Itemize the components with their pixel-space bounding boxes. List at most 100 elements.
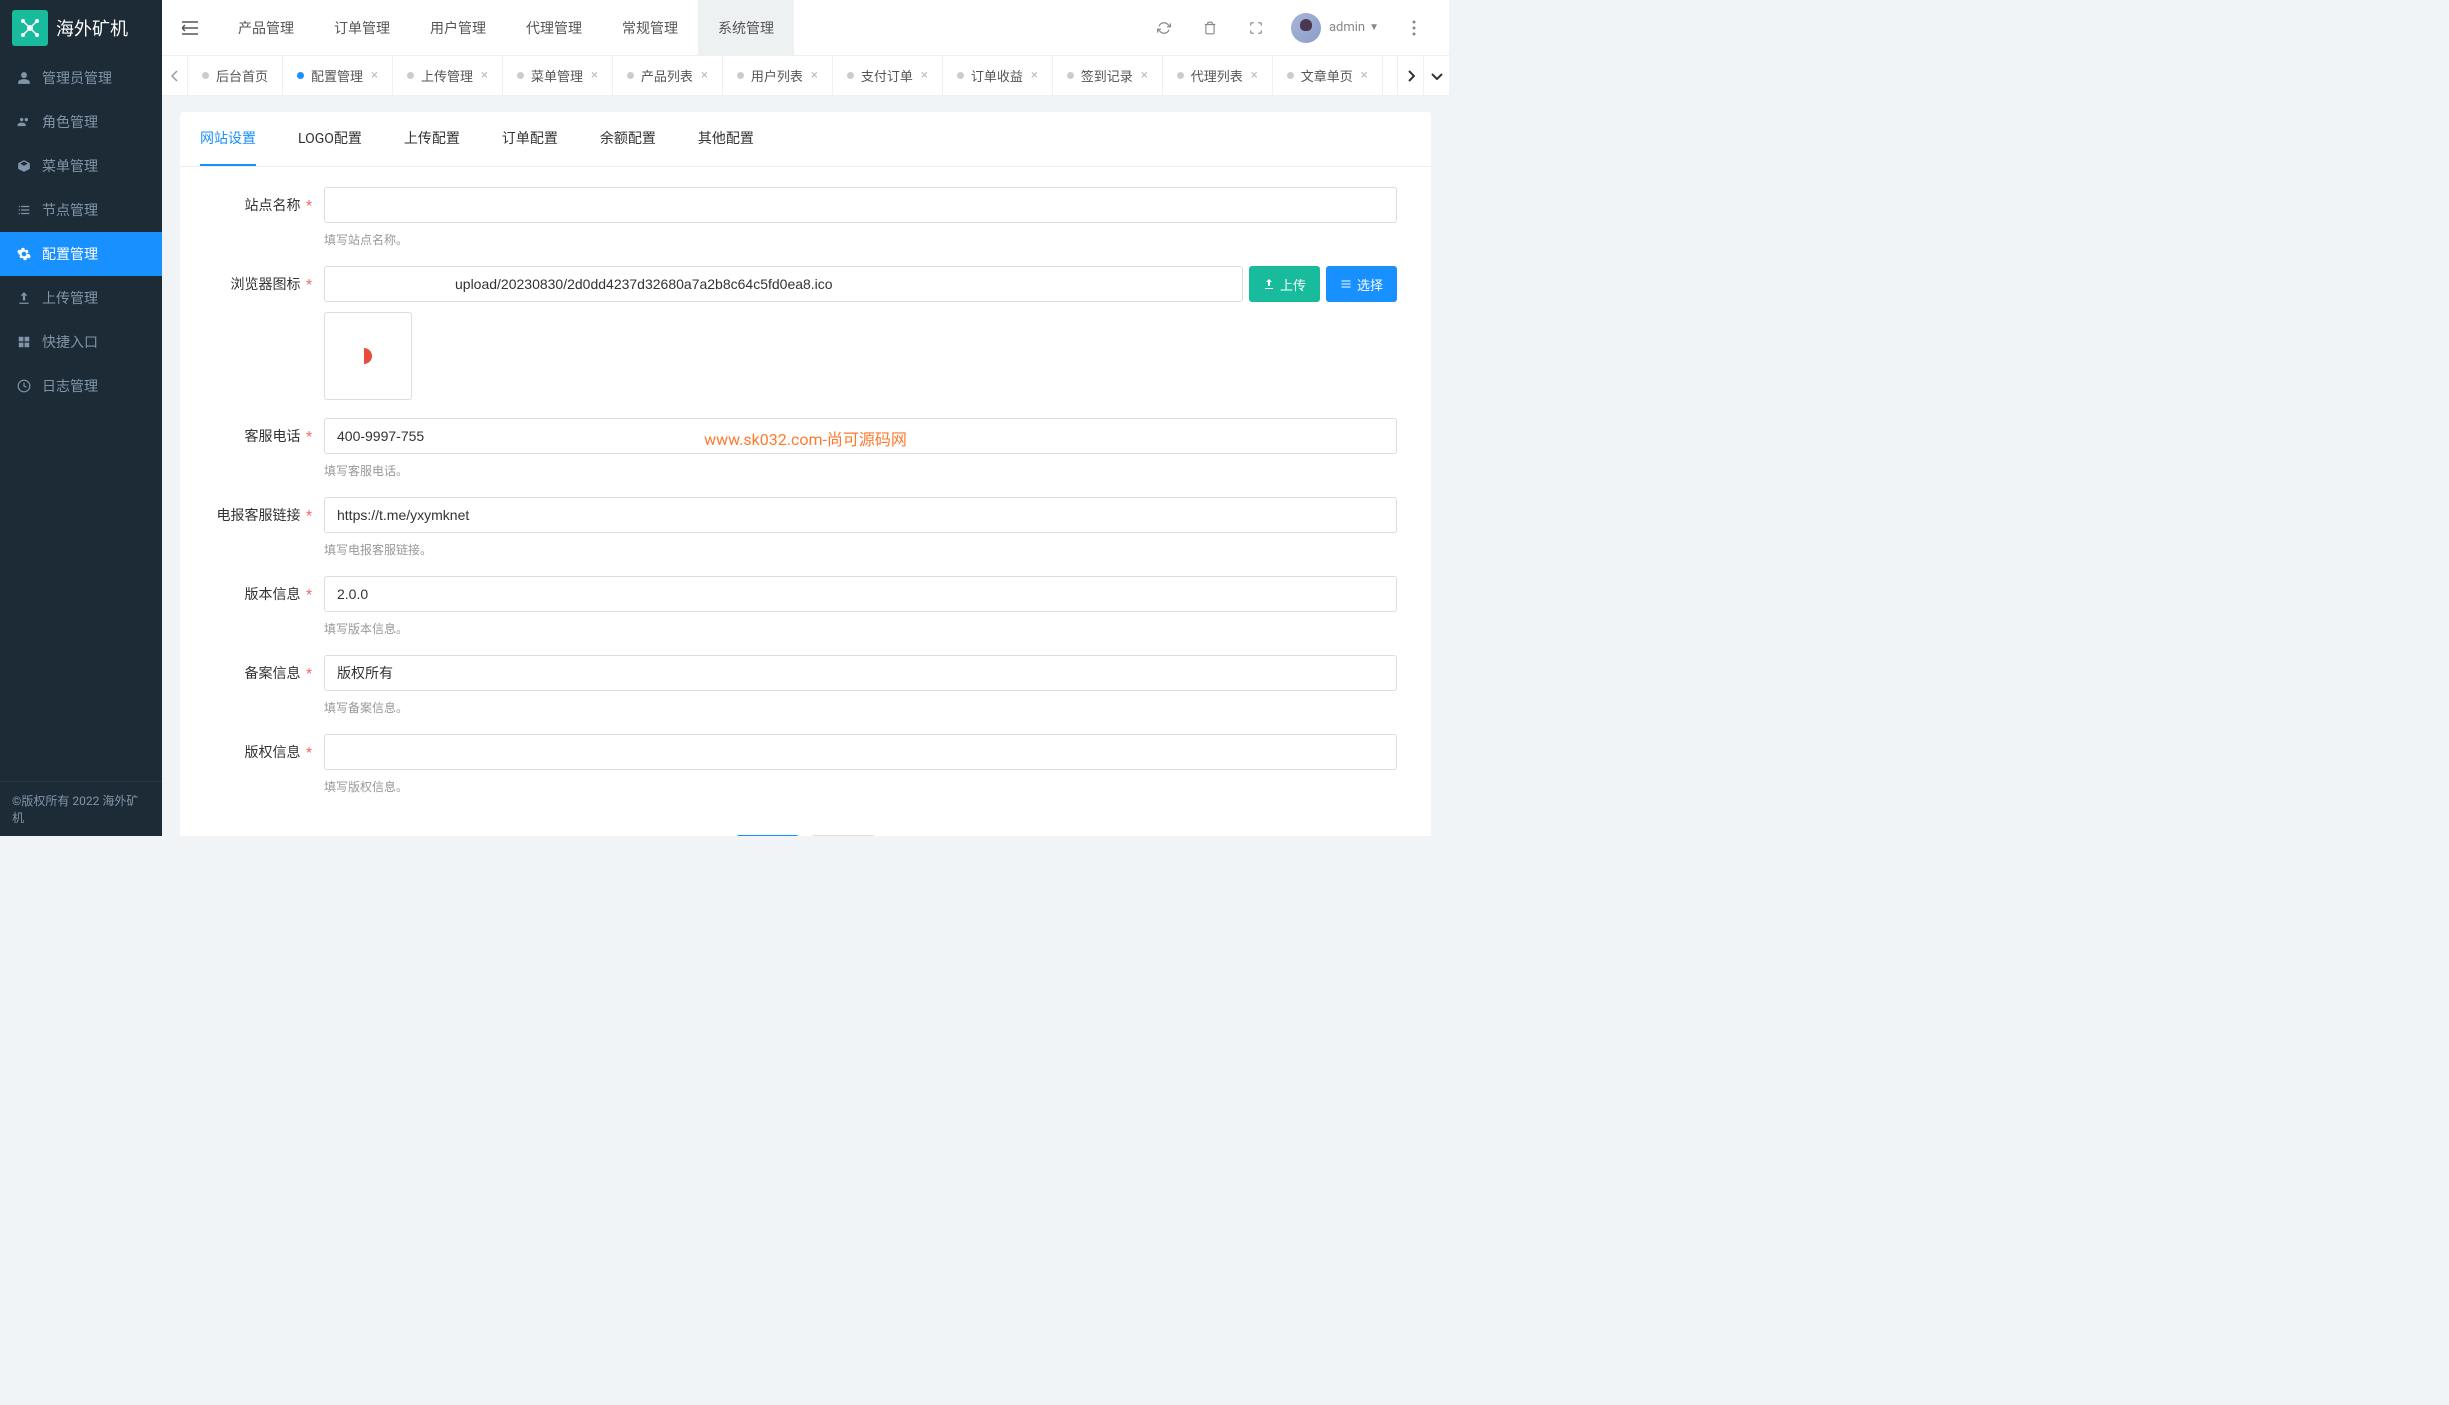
tab-8[interactable]: 签到记录×: [1053, 56, 1163, 95]
tab-dot-icon: [407, 72, 414, 79]
close-icon[interactable]: ×: [1141, 68, 1148, 83]
config-tab-2[interactable]: 上传配置: [404, 112, 460, 166]
fullscreen-icon[interactable]: [1237, 9, 1275, 47]
beian-input[interactable]: [324, 655, 1397, 691]
version-input[interactable]: [324, 576, 1397, 612]
nav-item-2[interactable]: 用户管理: [410, 0, 506, 56]
label-telegram: 电报客服链接 *: [214, 497, 324, 558]
nav-menu: 产品管理订单管理用户管理代理管理常规管理系统管理: [218, 0, 1145, 56]
menu-icon: [16, 159, 32, 173]
sidebar-item-label: 节点管理: [42, 200, 98, 220]
tab-label: 文章单页: [1301, 66, 1353, 85]
tab-10[interactable]: 文章单页 ×: [1273, 56, 1383, 95]
tab-7[interactable]: 订单收益×: [943, 56, 1053, 95]
hint-site-name: 填写站点名称。: [324, 231, 1397, 248]
brand-name: 海外矿机: [56, 15, 128, 41]
more-icon[interactable]: [1395, 9, 1433, 47]
tab-dot-icon: [847, 72, 854, 79]
user-name: admin: [1329, 20, 1365, 35]
sidebar-item-7[interactable]: 日志管理: [0, 364, 162, 408]
tab-0[interactable]: 后台首页: [188, 56, 283, 95]
tab-9[interactable]: 代理列表×: [1163, 56, 1273, 95]
sidebar-item-2[interactable]: 菜单管理: [0, 144, 162, 188]
refresh-icon[interactable]: [1145, 9, 1183, 47]
tab-label: 用户列表: [751, 66, 803, 85]
sidebar-item-label: 快捷入口: [42, 332, 98, 352]
tab-6[interactable]: 支付订单×: [833, 56, 943, 95]
tab-4[interactable]: 产品列表×: [613, 56, 723, 95]
select-button[interactable]: 选择: [1326, 266, 1397, 302]
tab-2[interactable]: 上传管理×: [393, 56, 503, 95]
sidebar-header: 海外矿机: [0, 0, 162, 56]
main: 产品管理订单管理用户管理代理管理常规管理系统管理 admin ▼: [162, 0, 1449, 836]
config-tab-1[interactable]: LOGO配置: [298, 112, 362, 166]
label-browser-icon: 浏览器图标 *: [214, 266, 324, 400]
user-dropdown[interactable]: admin ▼: [1283, 13, 1387, 43]
close-icon[interactable]: ×: [921, 68, 928, 83]
logo-icon: [12, 10, 48, 46]
nav-item-1[interactable]: 订单管理: [314, 0, 410, 56]
sidebar-item-1[interactable]: 角色管理: [0, 100, 162, 144]
form-row-telegram: 电报客服链接 * 填写电报客服链接。: [214, 497, 1397, 558]
content-area: www.sk032.com-尚可源码网 网站设置LOGO配置上传配置订单配置余额…: [162, 96, 1449, 836]
close-icon[interactable]: ×: [811, 68, 818, 83]
tab-5[interactable]: 用户列表 ×: [723, 56, 833, 95]
nav-item-5[interactable]: 系统管理: [698, 0, 794, 56]
users-icon: [16, 115, 32, 129]
nav-right: admin ▼: [1145, 9, 1449, 47]
sidebar-item-5[interactable]: 上传管理: [0, 276, 162, 320]
tab-dot-icon: [957, 72, 964, 79]
close-icon[interactable]: ×: [481, 68, 488, 83]
config-form: 站点名称 * 填写站点名称。 浏览器图标 *: [180, 167, 1431, 836]
tab-dot-icon: [737, 72, 744, 79]
telegram-input[interactable]: [324, 497, 1397, 533]
tab-dot-icon: [627, 72, 634, 79]
close-icon[interactable]: ×: [701, 68, 708, 83]
close-icon[interactable]: ×: [1251, 68, 1258, 83]
sidebar-item-0[interactable]: 管理员管理: [0, 56, 162, 100]
close-icon[interactable]: ×: [371, 68, 378, 83]
copyright-input[interactable]: [324, 734, 1397, 770]
user-icon: [16, 71, 32, 85]
hint-telegram: 填写电报客服链接。: [324, 541, 1397, 558]
tabs-scroll-left[interactable]: [162, 56, 188, 95]
sidebar-item-4[interactable]: 配置管理: [0, 232, 162, 276]
avatar: [1291, 13, 1321, 43]
close-icon[interactable]: ×: [1361, 68, 1368, 83]
config-tab-3[interactable]: 订单配置: [502, 112, 558, 166]
config-panel: 网站设置 LOGO配置上传配置订单配置余额配置其他配置 站点名称 * 填写站点名称…: [180, 112, 1431, 836]
close-icon[interactable]: ×: [1031, 68, 1038, 83]
reset-button[interactable]: 重置: [811, 835, 875, 836]
config-tab-0[interactable]: 网站设置: [200, 112, 256, 166]
tab-3[interactable]: 菜单管理 ×: [503, 56, 613, 95]
trash-icon[interactable]: [1191, 9, 1229, 47]
tabs-container: 后台首页配置管理×上传管理×菜单管理×产品列表×用户列表×支付订单×订单收益×签…: [188, 56, 1397, 95]
nav-item-3[interactable]: 代理管理: [506, 0, 602, 56]
tabs-scroll-right[interactable]: [1397, 56, 1423, 95]
close-icon[interactable]: ×: [591, 68, 598, 83]
sidebar-item-3[interactable]: 节点管理: [0, 188, 162, 232]
tab-label: 菜单管理: [531, 66, 583, 85]
submit-button[interactable]: 确认: [736, 835, 798, 836]
config-tabs: 网站设置 LOGO配置上传配置订单配置余额配置其他配置: [180, 112, 1431, 167]
upload-button[interactable]: 上传: [1249, 266, 1320, 302]
upload-icon: [16, 291, 32, 305]
nav-item-0[interactable]: 产品管理: [218, 0, 314, 56]
tabs-dropdown[interactable]: [1423, 56, 1449, 95]
icon-preview: [324, 312, 412, 400]
hint-version: 填写版本信息。: [324, 620, 1397, 637]
label-beian: 备案信息 *: [214, 655, 324, 716]
config-tab-4[interactable]: 余额配置: [600, 112, 656, 166]
sidebar-item-label: 角色管理: [42, 112, 98, 132]
config-tab-5[interactable]: 其他配置: [698, 112, 754, 166]
site-name-input[interactable]: [324, 187, 1397, 223]
tab-1[interactable]: 配置管理×: [283, 56, 393, 95]
nav-item-4[interactable]: 常规管理: [602, 0, 698, 56]
sidebar-item-6[interactable]: 快捷入口: [0, 320, 162, 364]
sidebar-item-label: 上传管理: [42, 288, 98, 308]
browser-icon-input[interactable]: [324, 266, 1243, 302]
nav-toggle-button[interactable]: [162, 0, 218, 56]
form-row-version: 版本信息 * 填写版本信息。: [214, 576, 1397, 637]
hotline-input[interactable]: [324, 418, 1397, 454]
list-icon: [16, 203, 32, 217]
